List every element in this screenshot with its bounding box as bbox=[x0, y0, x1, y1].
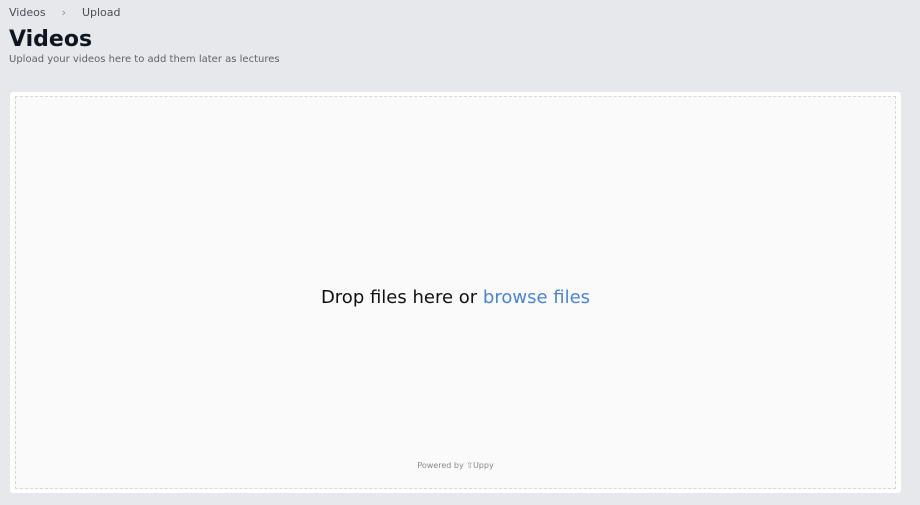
upload-card: Drop files here or browse files Powered … bbox=[10, 92, 901, 493]
breadcrumb-upload: Upload bbox=[81, 6, 121, 19]
uppy-brand: Uppy bbox=[472, 461, 494, 470]
browse-files-link[interactable]: browse files bbox=[483, 287, 590, 308]
breadcrumb-videos[interactable]: Videos bbox=[9, 6, 46, 19]
page-title: Videos bbox=[9, 27, 93, 52]
uppy-logo-icon: ⇧ bbox=[466, 461, 473, 470]
powered-by-label: Powered by bbox=[417, 461, 464, 470]
powered-by[interactable]: Powered by ⇧Uppy bbox=[16, 461, 895, 470]
chevron-right-icon: › bbox=[61, 6, 66, 19]
drop-text: Drop files here or bbox=[320, 287, 483, 308]
page-subtitle: Upload your videos here to add them late… bbox=[9, 54, 280, 65]
file-dropzone[interactable]: Drop files here or browse files Powered … bbox=[15, 96, 896, 489]
breadcrumb: Videos › Upload bbox=[9, 6, 121, 19]
drop-message: Drop files here or browse files bbox=[16, 287, 895, 308]
